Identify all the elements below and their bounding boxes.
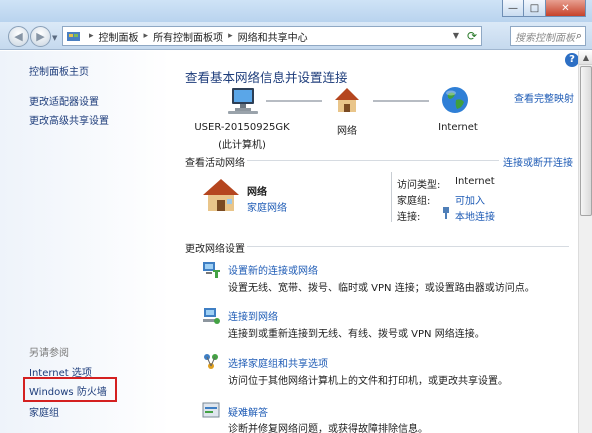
computer-name-label: USER-20150925GK	[194, 122, 290, 133]
local-connection-link[interactable]: 本地连接	[455, 208, 495, 223]
homegroup-sharing-icon	[204, 354, 218, 369]
sidebar-link-advanced-sharing[interactable]: 更改高级共享设置	[29, 112, 109, 127]
minimize-button[interactable]: —	[502, 0, 524, 17]
homegroup-sharing-desc: 访问位于其他网络计算机上的文件和打印机，或更改共享设置。	[228, 376, 508, 387]
connection-label: 连接:	[397, 212, 421, 223]
homegroup-label: 家庭组:	[397, 196, 431, 207]
see-also-heading: 另请参阅	[29, 348, 69, 359]
breadcrumb-chevron-icon: ▸	[143, 31, 149, 41]
vertical-scrollbar[interactable]: ▲	[578, 51, 592, 433]
recent-pages-dropdown-icon[interactable]: ▼	[52, 34, 57, 42]
control-panel-icon	[67, 31, 80, 41]
close-button[interactable]: ✕	[546, 0, 586, 17]
breadcrumb-control-panel[interactable]: 控制面板	[99, 29, 139, 44]
search-input[interactable]: 搜索控制面板 ⌕	[510, 26, 586, 46]
back-arrow-icon: ◀	[14, 30, 23, 43]
details-divider	[391, 172, 392, 222]
maximize-button[interactable]: □	[524, 0, 546, 17]
forward-arrow-icon: ▶	[36, 30, 45, 43]
connect-to-network-link[interactable]: 连接到网络	[228, 308, 278, 323]
computer-icon	[228, 88, 258, 114]
window-controls: — □ ✕	[502, 0, 586, 17]
computer-sub-label: (此计算机)	[218, 140, 266, 151]
map-link-line	[373, 100, 429, 102]
setup-new-connection-desc: 设置无线、宽带、拨号、临时或 VPN 连接；或设置路由器或访问点。	[228, 283, 535, 294]
homegroup-sharing-link[interactable]: 选择家庭组和共享选项	[228, 355, 328, 370]
back-button[interactable]: ◀	[8, 26, 29, 47]
sidebar-link-adapter-settings[interactable]: 更改适配器设置	[29, 93, 99, 108]
active-network-name: 网络	[247, 187, 267, 198]
sidebar-link-homegroup[interactable]: 家庭组	[29, 404, 59, 419]
window-titlebar: — □ ✕	[0, 0, 592, 22]
navigation-bar: ◀ ▶ ▼ ▸ 控制面板 ▸ 所有控制面板项 ▸ 网络和共享中心 ▼ ⟳ 搜索控…	[0, 22, 592, 50]
internet-node-label: Internet	[438, 122, 478, 133]
connect-to-network-desc: 连接到或重新连接到无线、有线、拨号或 VPN 网络连接。	[228, 329, 485, 340]
section-divider	[247, 160, 499, 161]
troubleshoot-link[interactable]: 疑难解答	[228, 404, 268, 419]
search-icon[interactable]: ⌕	[576, 29, 582, 43]
help-icon[interactable]: ?	[565, 53, 579, 67]
change-settings-heading: 更改网络设置	[185, 244, 245, 255]
internet-globe-icon	[442, 87, 468, 113]
connect-disconnect-link[interactable]: 连接或断开连接	[503, 154, 573, 169]
search-placeholder: 搜索控制面板	[515, 32, 575, 44]
firewall-highlight-box	[23, 377, 117, 402]
sidebar-link-cp-home[interactable]: 控制面板主页	[29, 63, 89, 78]
network-house-icon	[335, 88, 359, 112]
map-link-line	[266, 100, 322, 102]
section-divider	[247, 246, 569, 247]
setup-new-connection-link[interactable]: 设置新的连接或网络	[228, 262, 318, 277]
scroll-up-arrow-icon[interactable]: ▲	[579, 51, 592, 65]
view-full-map-link[interactable]: 查看完整映射	[514, 90, 574, 105]
home-network-icon	[203, 179, 239, 211]
network-type-link[interactable]: 家庭网络	[247, 199, 287, 214]
address-dropdown-icon[interactable]: ▼	[453, 31, 459, 40]
ethernet-icon	[443, 207, 449, 219]
address-bar[interactable]: ▸ 控制面板 ▸ 所有控制面板项 ▸ 网络和共享中心 ▼ ⟳	[62, 26, 482, 46]
troubleshoot-icon	[202, 402, 220, 418]
troubleshoot-desc: 诊断并修复网络问题，或获得故障排除信息。	[228, 424, 428, 433]
breadcrumb-chevron-icon: ▸	[228, 31, 233, 41]
breadcrumb-chevron-icon: ▸	[89, 31, 94, 41]
connect-network-icon	[203, 308, 220, 324]
scroll-thumb[interactable]	[580, 66, 592, 216]
access-type-value: Internet	[455, 176, 495, 187]
active-networks-heading: 查看活动网络	[185, 158, 245, 169]
homegroup-join-link[interactable]: 可加入	[455, 192, 485, 207]
breadcrumb-network-center[interactable]: 网络和共享中心	[238, 29, 308, 44]
forward-button[interactable]: ▶	[30, 26, 51, 47]
refresh-icon[interactable]: ⟳	[467, 29, 477, 43]
page-title: 查看基本网络信息并设置连接	[185, 70, 348, 85]
breadcrumb-all-items[interactable]: 所有控制面板项	[153, 29, 223, 44]
access-type-label: 访问类型:	[397, 180, 441, 191]
network-node-label: 网络	[337, 126, 357, 137]
new-connection-icon	[203, 262, 220, 278]
